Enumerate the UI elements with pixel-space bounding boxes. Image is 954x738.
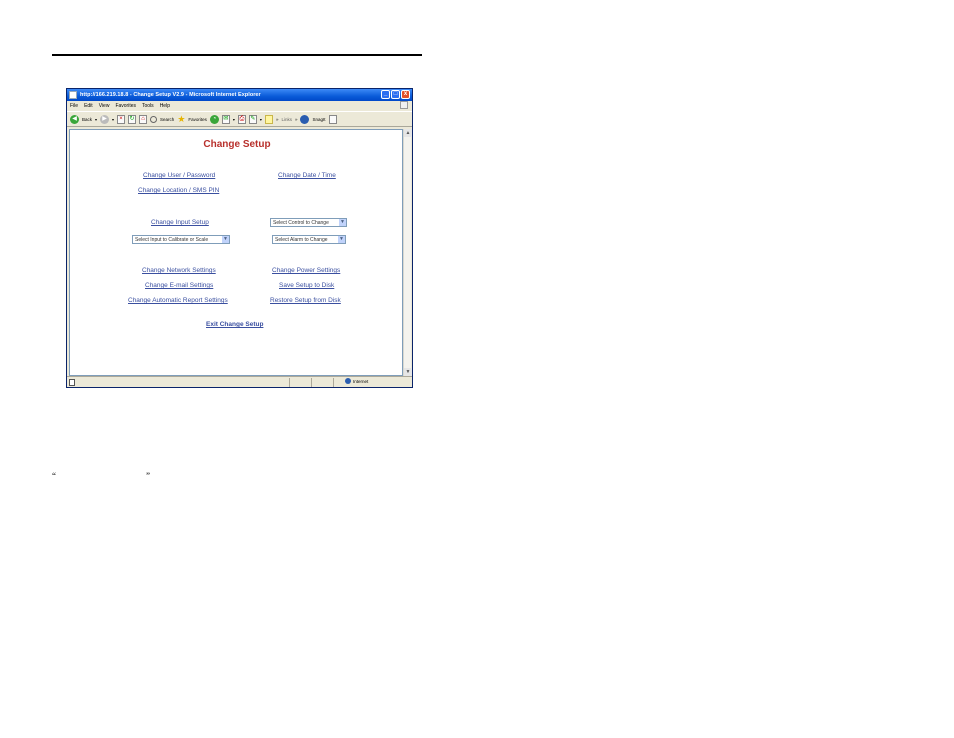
alarm-select[interactable]: Select Alarm to Change ▼ <box>272 235 346 244</box>
links-button[interactable]: Links <box>281 117 292 122</box>
globe-icon <box>345 378 351 384</box>
snagit-icon[interactable] <box>300 114 310 124</box>
change-location-sms-link[interactable]: Change Location / SMS PIN <box>138 187 219 194</box>
menu-file[interactable]: File <box>70 103 78 109</box>
notes-icon[interactable] <box>264 114 273 124</box>
chevron-down-icon[interactable]: ▼ <box>222 236 229 243</box>
vertical-scrollbar[interactable]: ▲ ▼ <box>403 129 412 376</box>
change-automatic-report-link[interactable]: Change Automatic Report Settings <box>128 297 228 304</box>
save-setup-disk-link[interactable]: Save Setup to Disk <box>279 282 334 289</box>
control-select-value: Select Control to Change <box>273 219 329 226</box>
favorites-star-icon[interactable]: ★ <box>177 114 185 124</box>
security-zone: Internet <box>345 378 368 384</box>
toolbar: ◀ Back ▾ ▶ ▾ × ↻ ⌂ Search ★ Favorites ◔ … <box>67 111 412 127</box>
window-controls: _ □ x <box>381 90 410 99</box>
restore-setup-disk-link[interactable]: Restore Setup from Disk <box>270 297 341 304</box>
title-bar[interactable]: http://166.219.18.8 - Change Setup V2.9 … <box>67 89 412 101</box>
back-button[interactable]: Back <box>82 117 92 122</box>
chevron-down-icon[interactable]: ▼ <box>339 219 346 226</box>
home-icon[interactable]: ⌂ <box>139 114 148 124</box>
edit-dropdown-icon[interactable]: ▾ <box>260 117 262 122</box>
menu-tools[interactable]: Tools <box>142 103 154 109</box>
scroll-up-icon[interactable]: ▲ <box>404 129 412 137</box>
stop-icon[interactable]: × <box>117 114 126 124</box>
change-user-password-link[interactable]: Change User / Password <box>143 172 215 179</box>
horizontal-rule <box>52 54 422 56</box>
status-divider <box>333 378 334 387</box>
close-button[interactable]: x <box>401 90 410 99</box>
edit-icon[interactable]: ✎ <box>248 114 257 124</box>
page-title: Change Setup <box>203 139 271 150</box>
back-dropdown-icon[interactable]: ▾ <box>95 117 97 122</box>
maximize-button[interactable]: □ <box>391 90 400 99</box>
browser-window: http://166.219.18.8 - Change Setup V2.9 … <box>66 88 413 388</box>
print-icon[interactable]: ⎙ <box>237 114 246 124</box>
status-bar: Internet <box>67 376 412 387</box>
exit-change-setup-link[interactable]: Exit Change Setup <box>206 321 263 328</box>
change-email-settings-link[interactable]: Change E-mail Settings <box>145 282 213 289</box>
scroll-down-icon[interactable]: ▼ <box>404 368 412 376</box>
forward-arrow-icon[interactable]: ▶ <box>100 114 110 124</box>
close-quote: ” <box>146 471 150 481</box>
status-divider <box>289 378 290 387</box>
mail-dropdown-icon[interactable]: ▾ <box>233 117 235 122</box>
open-quote: “ <box>52 471 56 481</box>
search-button[interactable]: Search <box>160 117 174 122</box>
ie-page-icon <box>69 91 77 99</box>
menu-edit[interactable]: Edit <box>84 103 93 109</box>
favorites-button[interactable]: Favorites <box>188 117 207 122</box>
zone-label: Internet <box>353 378 369 384</box>
capture-icon[interactable] <box>328 114 337 124</box>
change-date-time-link[interactable]: Change Date / Time <box>278 172 336 179</box>
menu-favorites[interactable]: Favorites <box>115 103 136 109</box>
toolbar-chevron[interactable]: » <box>276 117 279 122</box>
forward-dropdown-icon[interactable]: ▾ <box>112 117 114 122</box>
input-calibrate-select[interactable]: Select Input to Calibrate or Scale ▼ <box>132 235 230 244</box>
input-calibrate-select-value: Select Input to Calibrate or Scale <box>135 236 209 243</box>
back-arrow-icon[interactable]: ◀ <box>70 114 79 124</box>
chevron-down-icon[interactable]: ▼ <box>338 236 345 243</box>
menu-view[interactable]: View <box>99 103 110 109</box>
snagit-button[interactable]: SnagIt <box>312 117 325 122</box>
page-viewport: Change Setup Change User / Password Chan… <box>69 129 403 376</box>
menu-bar: File Edit View Favorites Tools Help <box>67 101 412 110</box>
history-icon[interactable]: ◔ <box>209 114 219 124</box>
minimize-button[interactable]: _ <box>381 90 390 99</box>
mail-icon[interactable]: ✉ <box>221 114 230 124</box>
change-power-settings-link[interactable]: Change Power Settings <box>272 267 340 274</box>
change-network-settings-link[interactable]: Change Network Settings <box>142 267 216 274</box>
refresh-icon[interactable]: ↻ <box>128 114 137 124</box>
links-chevron[interactable]: » <box>295 117 298 122</box>
status-divider <box>311 378 312 387</box>
change-input-setup-link[interactable]: Change Input Setup <box>151 219 209 226</box>
alarm-select-value: Select Alarm to Change <box>275 236 328 243</box>
windows-flag-icon <box>400 101 408 109</box>
control-select[interactable]: Select Control to Change ▼ <box>270 218 347 227</box>
search-icon[interactable] <box>150 115 158 123</box>
menu-help[interactable]: Help <box>160 103 170 109</box>
window-title: http://166.219.18.8 - Change Setup V2.9 … <box>80 92 261 98</box>
page-status-icon <box>69 378 75 386</box>
